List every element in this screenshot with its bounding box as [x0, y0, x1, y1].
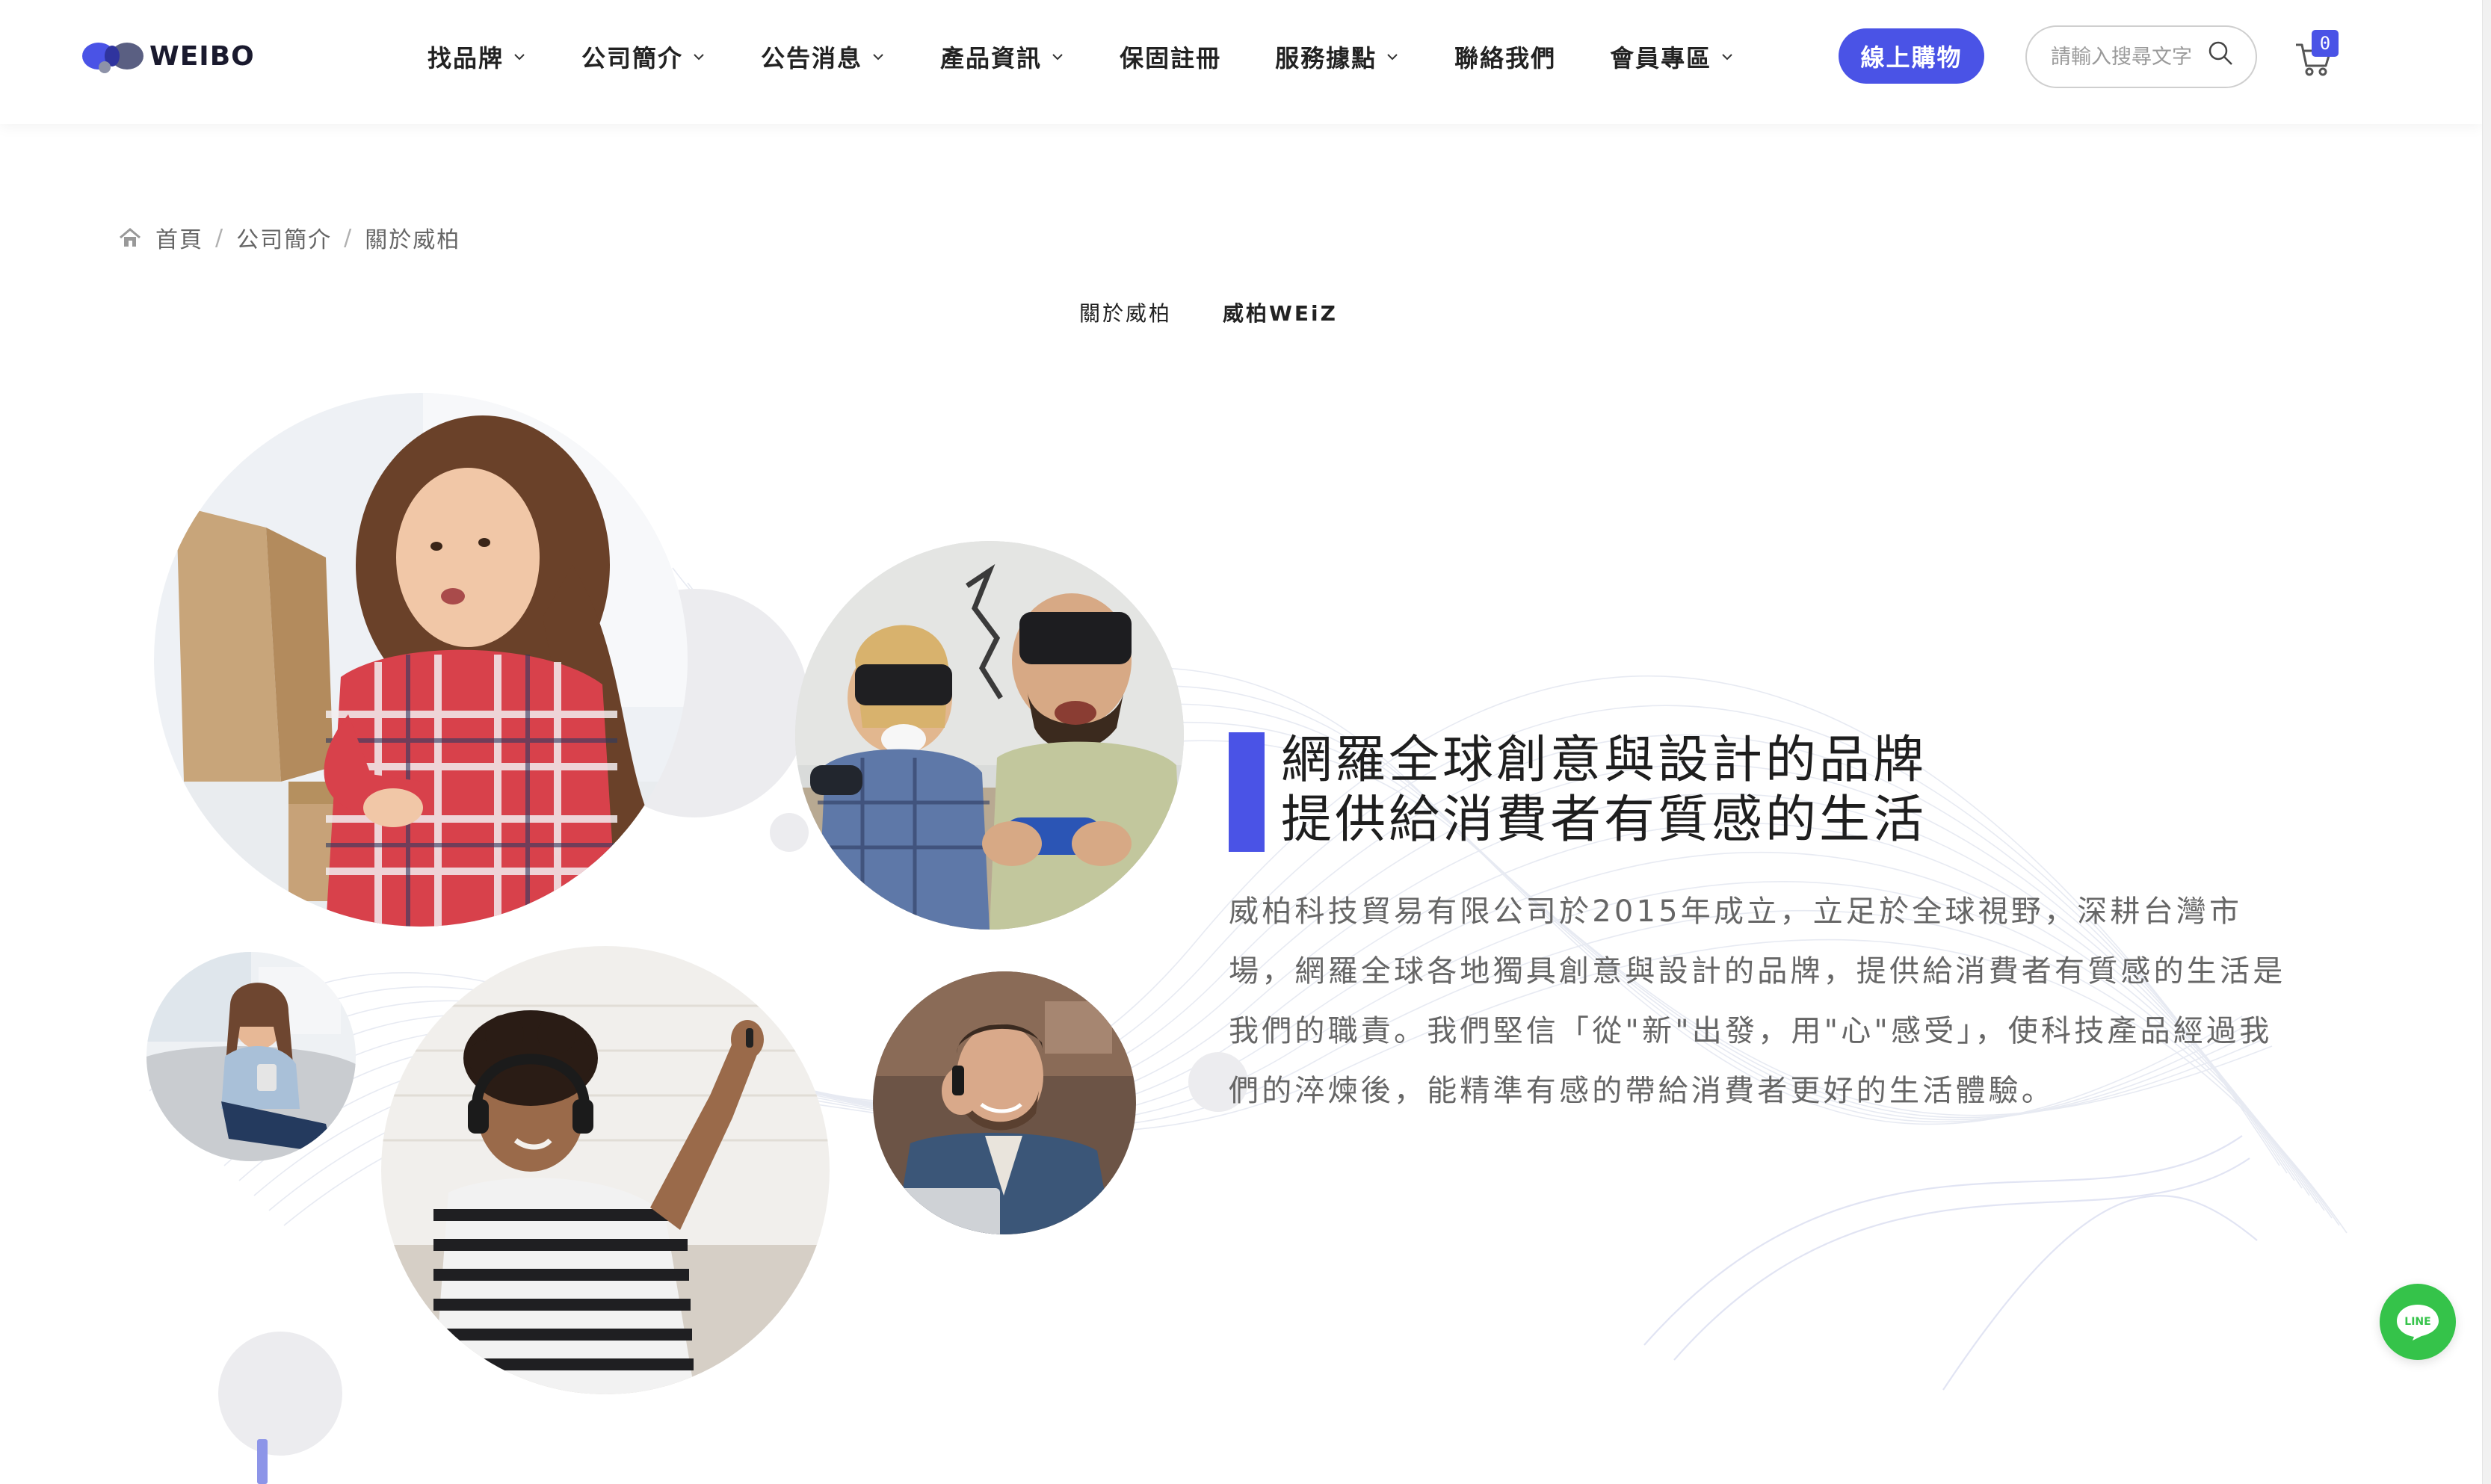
nav-item-label: 公告消息 [761, 44, 863, 72]
chevron-down-icon [1052, 54, 1063, 61]
chevron-down-icon [1722, 54, 1732, 61]
man-on-phone-photo [873, 971, 1136, 1234]
page: WEIBO 找品牌 公司簡介 公告消息 產品資訊 保固註冊 服務據點 聯絡我們 … [0, 0, 2491, 1484]
breadcrumb-separator: / [344, 224, 354, 251]
man-with-headphones-photo [381, 946, 830, 1394]
nav-item-label: 找品牌 [427, 44, 504, 72]
search-input[interactable] [2051, 45, 2208, 69]
tab-weibo-weiz[interactable]: 威柏WEiZ [1223, 297, 1338, 327]
headline-line-1: 網羅全球創意與設計的品牌 [1281, 731, 1927, 790]
nav-item-member[interactable]: 會員專區 [1610, 40, 1735, 74]
subpage-tabs: 關於威柏 威柏WEiZ [1079, 297, 1338, 327]
nav-item-label: 聯絡我們 [1454, 44, 1557, 72]
online-shop-button[interactable]: 線上購物 [1839, 28, 1984, 84]
breadcrumb-separator: / [215, 224, 225, 251]
chevron-down-icon [514, 54, 525, 61]
search-box [2025, 25, 2257, 88]
site-header: WEIBO 找品牌 公司簡介 公告消息 產品資訊 保固註冊 服務據點 聯絡我們 … [0, 0, 2482, 124]
nav-item-label: 服務據點 [1275, 44, 1377, 72]
weibo-logo[interactable]: WEIBO [82, 37, 255, 75]
cart-count-badge: 0 [2312, 30, 2339, 57]
breadcrumb-company[interactable]: 公司簡介 [236, 221, 332, 254]
home-icon [120, 228, 141, 247]
nav-item-contact[interactable]: 聯絡我們 [1454, 40, 1556, 74]
tab-about-weibo[interactable]: 關於威柏 [1079, 297, 1172, 327]
headline-accent-bar [1229, 732, 1265, 852]
about-headline: 網羅全球創意與設計的品牌 提供給消費者有質感的生活 [1281, 731, 2327, 850]
girl-opening-box-photo [154, 393, 688, 927]
nav-item-news[interactable]: 公告消息 [761, 40, 886, 74]
chevron-down-icon [1387, 54, 1398, 61]
nav-item-label: 會員專區 [1610, 44, 1712, 72]
nav-item-service-points[interactable]: 服務據點 [1275, 40, 1401, 74]
line-label: LINE [2404, 1316, 2430, 1328]
nav-item-products[interactable]: 產品資訊 [940, 40, 1066, 74]
decorative-circle [218, 1332, 342, 1456]
woman-on-sofa-photo [146, 952, 356, 1161]
chevron-down-icon [873, 54, 883, 61]
decorative-circle [770, 813, 809, 852]
search-icon[interactable] [2206, 39, 2236, 69]
line-icon: LINE [2397, 1305, 2439, 1341]
breadcrumb-current: 關於威柏 [365, 227, 461, 253]
nav-item-warranty[interactable]: 保固註冊 [1120, 40, 1221, 74]
about-description: 威柏科技貿易有限公司於2015年成立，立足於全球視野，深耕台灣市場，網羅全球各地… [1229, 894, 2286, 1108]
nav-item-label: 產品資訊 [940, 44, 1043, 72]
chevron-down-icon [694, 54, 704, 61]
decorative-bar [257, 1439, 268, 1484]
breadcrumb-home[interactable]: 首頁 [155, 221, 203, 254]
nav-item-brands[interactable]: 找品牌 [427, 40, 528, 74]
main-nav: 找品牌 公司簡介 公告消息 產品資訊 保固註冊 服務據點 聯絡我們 會員專區 [427, 37, 1735, 76]
headline-line-2: 提供給消費者有質感的生活 [1281, 791, 1927, 850]
nav-item-label: 保固註冊 [1120, 44, 1222, 72]
nav-item-label: 公司簡介 [581, 44, 684, 72]
vr-gaming-couple-photo [795, 541, 1184, 930]
scrollbar[interactable] [2482, 0, 2491, 1484]
weibo-logo-icon [82, 43, 143, 73]
logo-text: WEIBO [149, 40, 255, 72]
line-chat-button[interactable]: LINE [2380, 1284, 2456, 1360]
nav-item-company[interactable]: 公司簡介 [581, 40, 707, 74]
breadcrumb: 首頁 / 公司簡介 / 關於威柏 [118, 221, 460, 254]
